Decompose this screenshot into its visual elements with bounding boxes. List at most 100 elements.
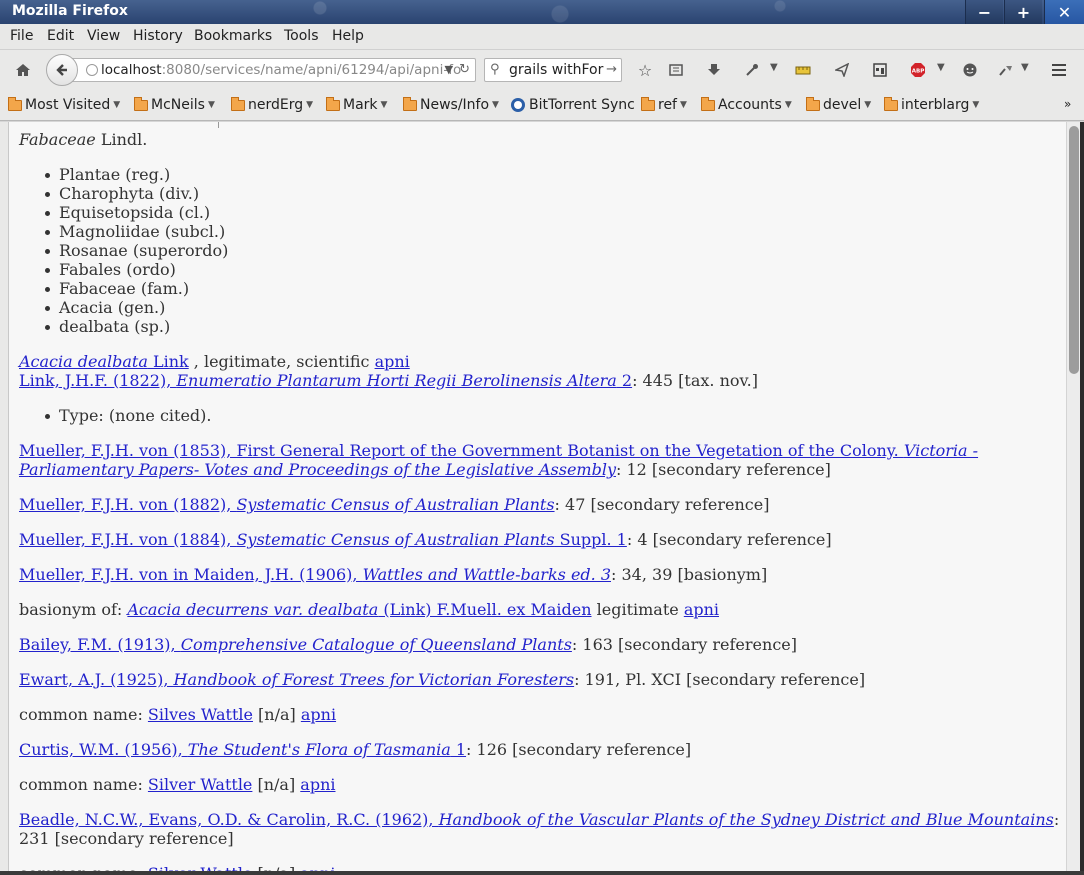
menu-help[interactable]: Help [332,28,364,44]
hierarchy-item: Fabales (ordo) [45,260,176,279]
back-arrow-icon [56,64,67,76]
folder-icon [806,96,820,111]
adblock-dropdown-icon[interactable]: ▼ [937,62,945,73]
menu-hamburger-icon[interactable] [1046,57,1072,83]
reference-detail: : 4 [secondary reference] [626,530,832,549]
common-name-link[interactable]: Silver Wattle [148,775,252,794]
apni-link[interactable]: apni [301,705,336,724]
reference-link[interactable]: Mueller, F.J.H. von (1884), Systematic C… [19,530,627,549]
bookmark-bittorrent-sync[interactable]: BitTorrent Sync [511,97,635,113]
na-text: [n/a] [252,775,301,794]
reference-line: Mueller, F.J.H. von in Maiden, J.H. (190… [19,565,767,584]
window-frame-bottom [0,871,1084,875]
globe-icon [86,64,98,76]
hierarchy-item: Rosanae (superordo) [44,241,229,260]
bookmark-most-visited[interactable]: Most Visited ▼ [8,96,120,113]
bookmark-ref[interactable]: ref ▼ [641,96,687,113]
reference-line: Bailey, F.M. (1913), Comprehensive Catal… [19,635,797,654]
hierarchy-item: dealbata (sp.) [44,317,171,336]
menu-file[interactable]: File [10,28,33,44]
bookmark-nerderg[interactable]: nerdErg ▼ [231,96,313,113]
name-link[interactable]: Acacia dealbata Link [19,352,189,371]
basionym-label: basionym of: [19,600,128,619]
ruler-icon[interactable] [790,57,816,83]
url-host: localhost [101,62,162,78]
text-cursor [218,122,219,128]
folder-icon [884,96,898,111]
reference-link[interactable]: Bailey, F.M. (1913), Comprehensive Catal… [19,635,572,654]
search-go-icon[interactable]: → [604,59,617,81]
basionym-link[interactable]: Acacia decurrens var. dealbata (Link) F.… [127,600,591,619]
apni-link[interactable]: apni [684,600,719,619]
eyedropper-dropdown-icon[interactable]: ▼ [770,62,778,73]
reference-line: Mueller, F.J.H. von (1884), Systematic C… [19,530,832,549]
reference-line-cont: 231 [secondary reference] [19,829,234,848]
title-bar: Mozilla Firefox − + ✕ [0,0,1084,24]
apni-link[interactable]: apni [300,775,335,794]
family-author: Lindl. [95,130,148,149]
basionym-status: legitimate [591,600,684,619]
navigation-toolbar: localhost:8080/services/name/apni/61294/… [0,50,1084,90]
star-bookmark-icon[interactable]: ☆ [632,57,658,83]
reference-link[interactable]: Curtis, W.M. (1956), The Student's Flora… [19,740,466,759]
addon-tools-dropdown-icon[interactable]: ▼ [1021,62,1029,73]
reference-link[interactable]: Link, J.H.F. (1822), Enumeratio Plantaru… [19,371,632,390]
search-input[interactable]: grails withForm [509,62,617,78]
reference-line: Ewart, A.J. (1925), Handbook of Forest T… [19,670,865,689]
menu-bar: File Edit View History Bookmarks Tools H… [0,24,1084,50]
bookmark-devel[interactable]: devel ▼ [806,96,871,113]
maximize-button[interactable]: + [1004,0,1042,24]
bookmark-interblarg[interactable]: interblarg ▼ [884,96,979,113]
family-heading: Fabaceae Lindl. [19,130,147,149]
vertical-scrollbar[interactable] [1066,122,1080,872]
chat-icon[interactable] [957,57,983,83]
reference-link[interactable]: Parliamentary Papers- Votes and Proceedi… [19,460,616,479]
search-bar[interactable]: ⚲ grails withForm → [484,58,622,82]
adblock-icon[interactable]: ABP [905,57,931,83]
hierarchy-item: Acacia (gen.) [44,298,166,317]
reference-line: Curtis, W.M. (1956), The Student's Flora… [19,740,691,759]
reload-icon[interactable]: ↻ [459,59,470,81]
menu-history[interactable]: History [133,28,183,44]
basionym-line: basionym of: Acacia decurrens var. dealb… [19,600,719,619]
menu-edit[interactable]: Edit [47,28,74,44]
url-bar[interactable]: localhost:8080/services/name/apni/61294/… [70,58,476,82]
reading-list-icon[interactable] [663,57,689,83]
folder-icon [326,96,340,111]
reference-link[interactable]: Mueller, F.J.H. von (1882), Systematic C… [19,495,555,514]
eyedropper-icon[interactable] [739,57,765,83]
apni-link[interactable]: apni [375,352,410,371]
bookmark-mcneils[interactable]: McNeils ▼ [134,96,215,113]
common-name-link[interactable]: Silves Wattle [148,705,253,724]
name-status: , legitimate, scientific [188,352,375,371]
url-dropdown-icon[interactable]: ▼ [445,59,453,81]
bookmark-label: ref [658,97,677,113]
menu-view[interactable]: View [87,28,120,44]
scrollbar-thumb[interactable] [1069,126,1079,374]
close-button[interactable]: ✕ [1044,0,1084,24]
home-icon[interactable] [10,57,36,83]
bookmarks-overflow-icon[interactable]: » [1064,97,1071,111]
reference-line-cont: Parliamentary Papers- Votes and Proceedi… [19,460,831,479]
reference-link[interactable]: Mueller, F.J.H. von in Maiden, J.H. (190… [19,565,611,584]
bookmark-accounts[interactable]: Accounts ▼ [701,96,792,113]
reference-link[interactable]: Mueller, F.J.H. von (1853), First Genera… [19,441,978,460]
reference-detail: : [1053,810,1060,829]
reference-link[interactable]: Ewart, A.J. (1925), Handbook of Forest T… [19,670,574,689]
download-icon[interactable] [701,57,727,83]
screenshot-icon[interactable] [867,57,893,83]
reference-link[interactable]: Beadle, N.C.W., Evans, O.D. & Carolin, R… [19,810,1054,829]
reference-detail: : 163 [secondary reference] [571,635,797,654]
bookmark-label: devel [823,97,862,113]
minimize-button[interactable]: − [965,0,1003,24]
reference-detail: : 126 [secondary reference] [466,740,692,759]
menu-bookmarks[interactable]: Bookmarks [194,28,272,44]
send-icon[interactable] [829,57,855,83]
page-content: Fabaceae Lindl. Plantae (reg.) Charophyt… [8,122,1066,872]
back-button[interactable] [46,54,78,86]
bookmark-news-info[interactable]: News/Info ▼ [403,96,499,113]
addon-tools-icon[interactable] [993,57,1019,83]
reference-line: Mueller, F.J.H. von (1882), Systematic C… [19,495,769,514]
menu-tools[interactable]: Tools [284,28,319,44]
bookmark-mark[interactable]: Mark ▼ [326,96,387,113]
